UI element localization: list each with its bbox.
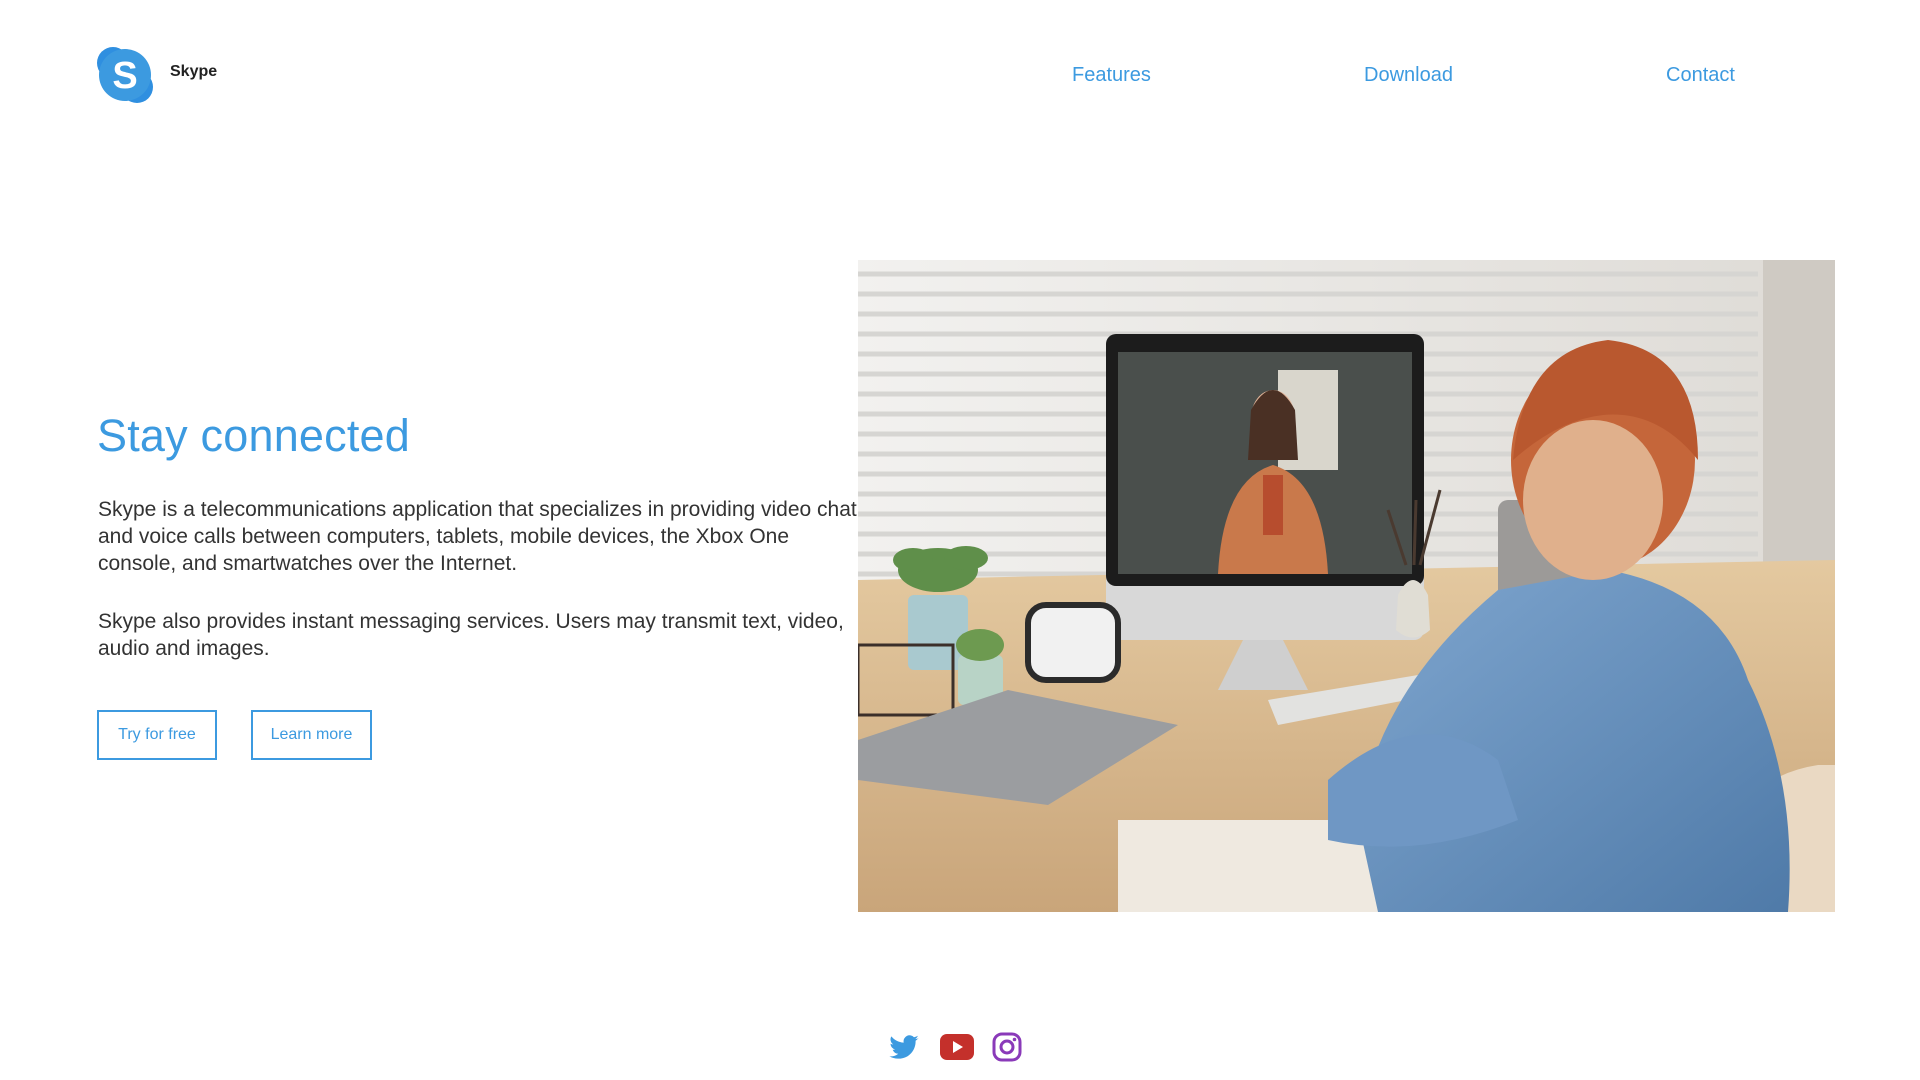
nav-download[interactable]: Download [1364, 64, 1453, 87]
instagram-icon[interactable] [992, 1032, 1024, 1064]
skype-logo-icon: S [94, 44, 156, 106]
hero-title: Stay connected [97, 410, 411, 461]
learn-more-button[interactable]: Learn more [251, 710, 372, 760]
nav-contact[interactable]: Contact [1666, 64, 1735, 87]
youtube-icon[interactable] [940, 1034, 974, 1066]
try-for-free-button[interactable]: Try for free [97, 710, 217, 760]
hero-paragraph-2: Skype also provides instant messaging se… [98, 610, 844, 660]
twitter-icon[interactable] [888, 1032, 920, 1064]
nav-features[interactable]: Features [1072, 64, 1151, 87]
hero-image [858, 260, 1835, 912]
hero-paragraph-1: Skype is a telecommunications applicatio… [98, 498, 857, 575]
logo[interactable]: S Skype [94, 44, 217, 106]
svg-text:S: S [112, 55, 137, 97]
logo-text: Skype [170, 63, 218, 80]
